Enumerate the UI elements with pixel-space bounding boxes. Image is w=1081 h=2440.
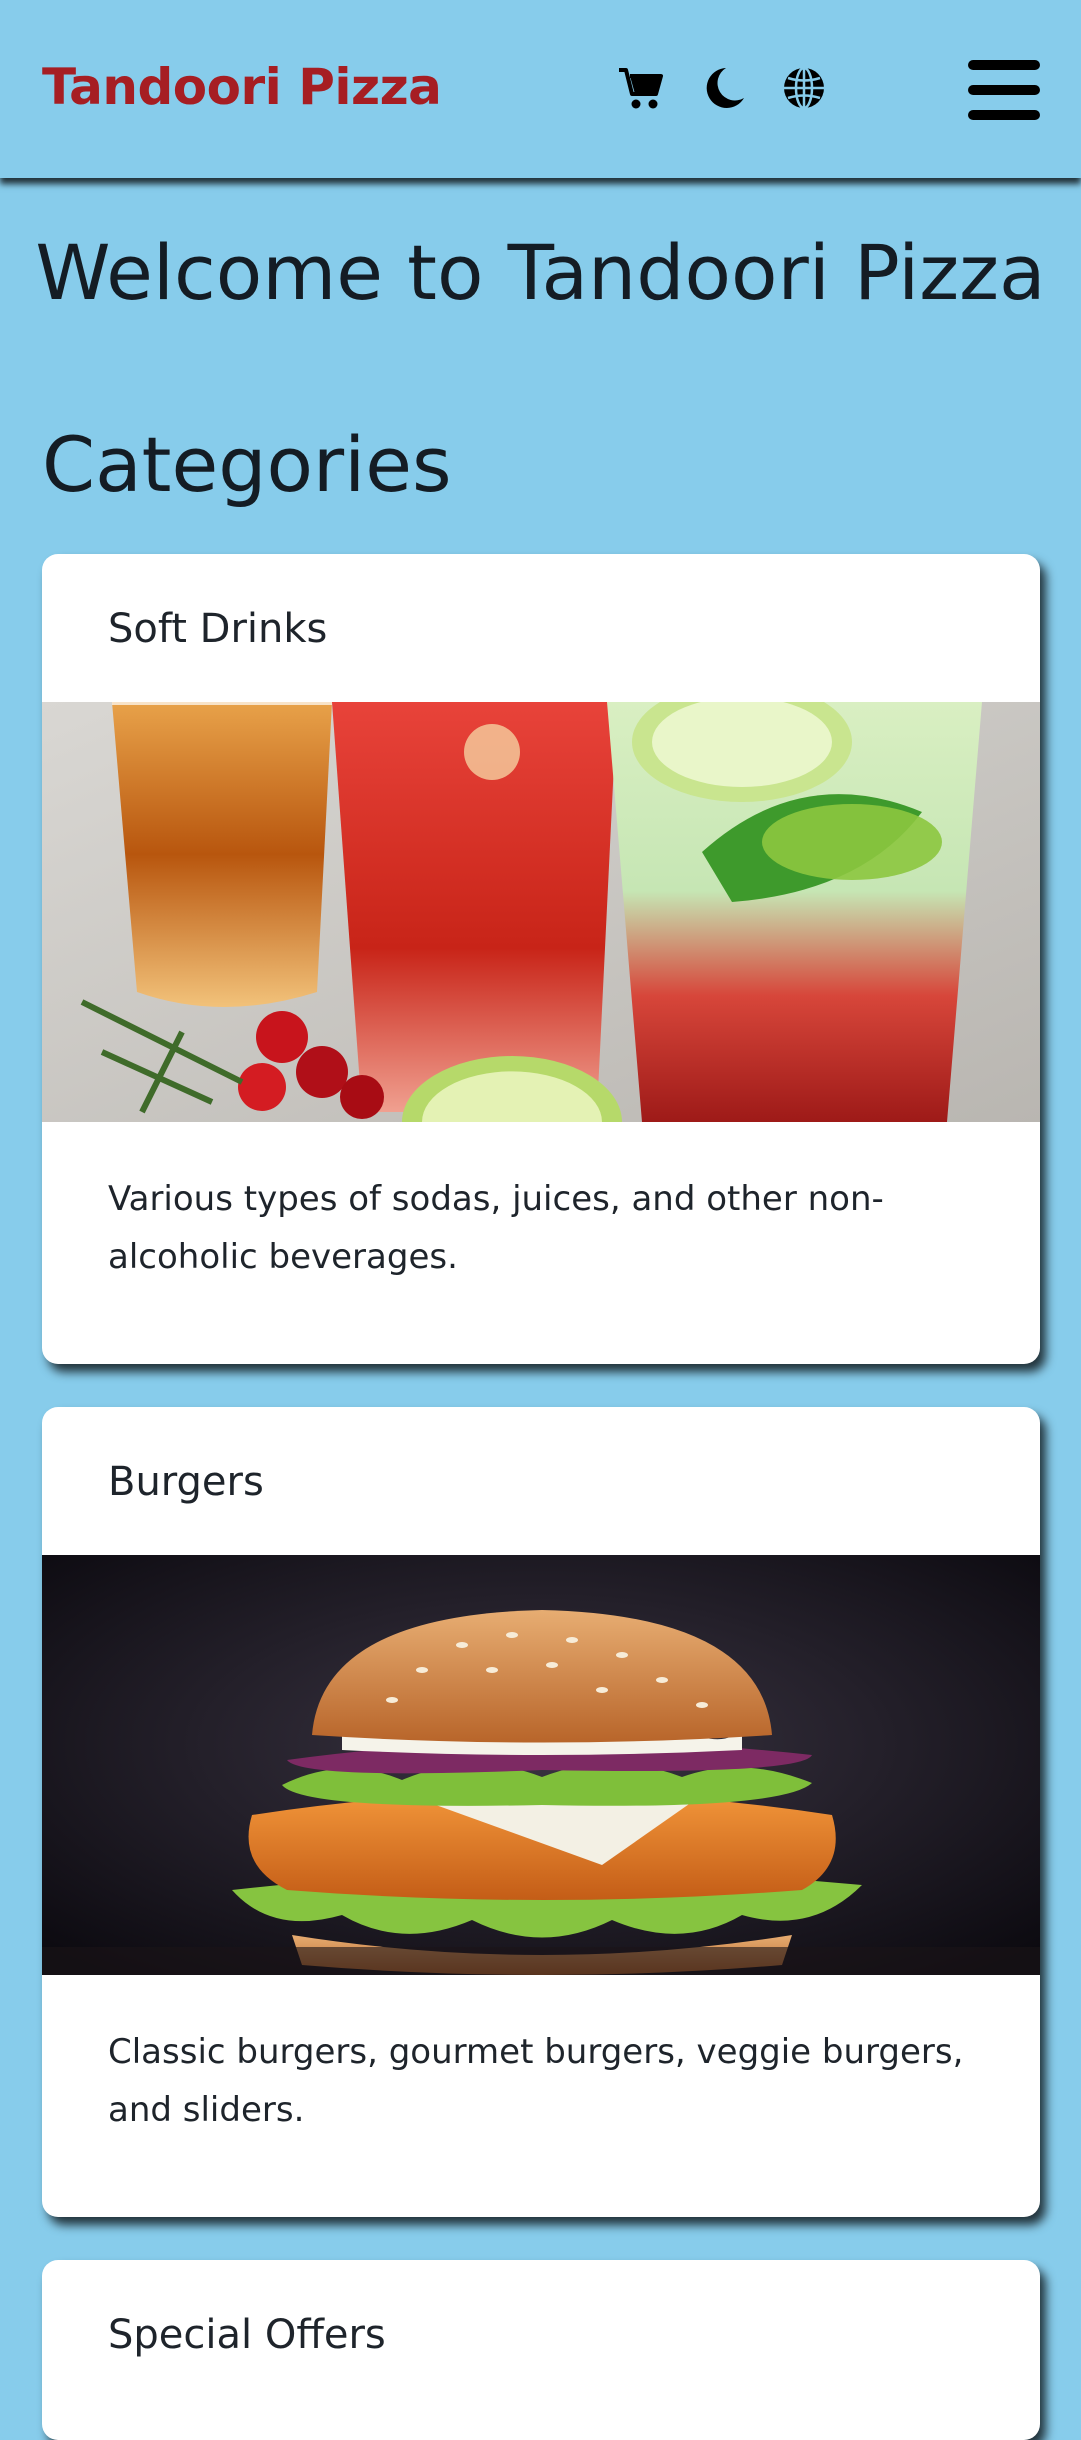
category-card-soft-drinks[interactable]: Soft Drinks Various types of sodas, juic…: [42, 554, 1040, 1364]
moon-icon[interactable]: [700, 64, 748, 112]
categories-heading: Categories: [42, 420, 452, 509]
hamburger-menu-icon[interactable]: [968, 58, 1040, 122]
page-title: Welcome to Tandoori Pizza: [35, 228, 1046, 317]
globe-icon[interactable]: [780, 64, 828, 112]
brand-logo[interactable]: Tandoori Pizza: [42, 58, 442, 116]
burger-image: [42, 1555, 1040, 1975]
category-title[interactable]: Special Offers: [108, 2312, 386, 2358]
category-description: Various types of sodas, juices, and othe…: [108, 1179, 884, 1277]
category-card-burgers[interactable]: Burgers Classic burgers, gourmet burgers…: [42, 1407, 1040, 2217]
category-description: Classic burgers, gourmet burgers, veggie…: [108, 2032, 964, 2130]
navbar: Tandoori Pizza: [0, 0, 1081, 178]
category-card-special-offers[interactable]: Special Offers: [42, 2260, 1040, 2440]
soft-drinks-image: [42, 702, 1040, 1122]
category-title[interactable]: Burgers: [108, 1459, 264, 1505]
category-title[interactable]: Soft Drinks: [108, 606, 327, 652]
cart-icon[interactable]: [617, 64, 665, 112]
